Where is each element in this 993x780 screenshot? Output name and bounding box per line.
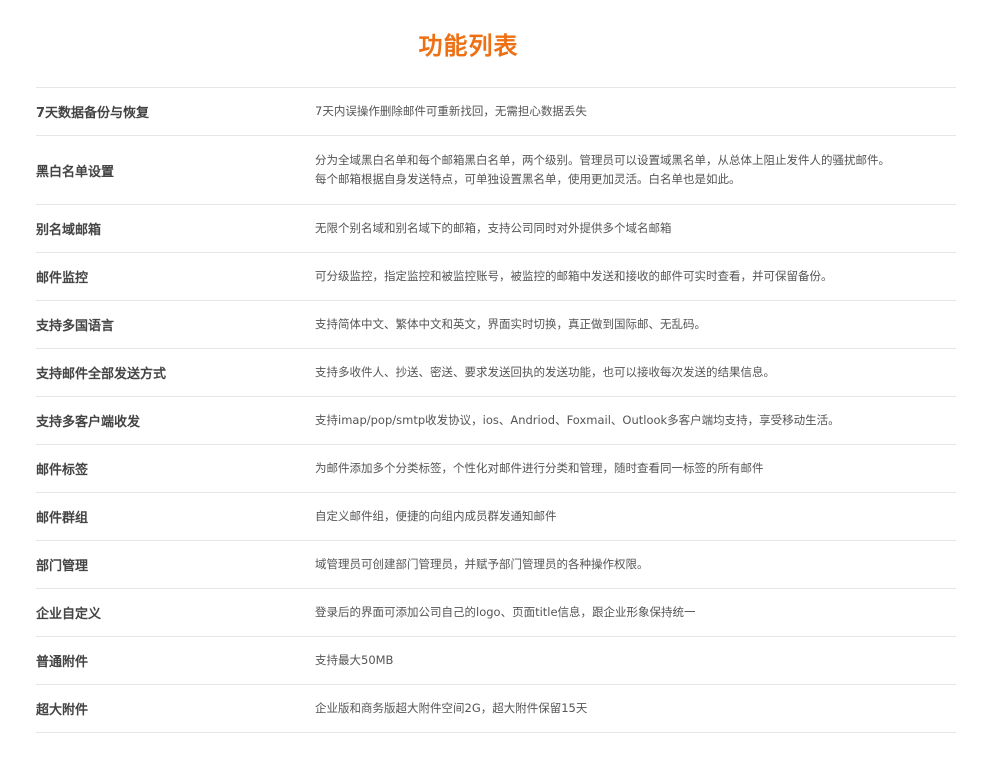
feature-desc-line: 域管理员可创建部门管理员，并赋予部门管理员的各种操作权限。 <box>315 557 649 571</box>
feature-desc: 支持最大50MB <box>315 651 956 670</box>
feature-desc-line: 支持简体中文、繁体中文和英文，界面实时切换，真正做到国际邮、无乱码。 <box>315 317 706 331</box>
feature-desc: 自定义邮件组，便捷的向组内成员群发通知邮件 <box>315 507 956 526</box>
feature-desc-line: 无限个别名域和别名域下的邮箱，支持公司同时对外提供多个域名邮箱 <box>315 221 672 235</box>
feature-row: 邮件监控 可分级监控，指定监控和被监控账号，被监控的邮箱中发送和接收的邮件可实时… <box>36 253 956 301</box>
feature-desc-line: 为邮件添加多个分类标签，个性化对邮件进行分类和管理，随时查看同一标签的所有邮件 <box>315 461 764 475</box>
feature-row: 别名域邮箱 无限个别名域和别名域下的邮箱，支持公司同时对外提供多个域名邮箱 <box>36 205 956 253</box>
feature-desc-line: 每个邮箱根据自身发送特点，可单独设置黑名单，使用更加灵活。白名单也是如此。 <box>315 172 741 186</box>
feature-name: 邮件标签 <box>36 463 89 478</box>
feature-row: 支持多客户端收发 支持imap/pop/smtp收发协议，ios、Andriod… <box>36 397 956 445</box>
feature-desc-line: 支持多收件人、抄送、密送、要求发送回执的发送功能，也可以接收每次发送的结果信息。 <box>315 365 775 379</box>
feature-desc: 支持多收件人、抄送、密送、要求发送回执的发送功能，也可以接收每次发送的结果信息。 <box>315 363 956 382</box>
feature-name: 邮件群组 <box>36 511 89 526</box>
feature-name: 企业自定义 <box>36 607 102 622</box>
feature-name: 支持多国语言 <box>36 319 115 334</box>
feature-name: 部门管理 <box>36 559 89 574</box>
feature-desc: 登录后的界面可添加公司自己的logo、页面title信息，跟企业形象保持统一 <box>315 603 956 622</box>
feature-desc-line: 支持imap/pop/smtp收发协议，ios、Andriod、Foxmail、… <box>315 413 840 427</box>
feature-desc-line: 7天内误操作删除邮件可重新找回，无需担心数据丢失 <box>315 104 587 118</box>
feature-desc: 支持imap/pop/smtp收发协议，ios、Andriod、Foxmail、… <box>315 411 956 430</box>
feature-row: 普通附件 支持最大50MB <box>36 637 956 685</box>
feature-row: 邮件标签 为邮件添加多个分类标签，个性化对邮件进行分类和管理，随时查看同一标签的… <box>36 445 956 493</box>
feature-desc-line: 支持最大50MB <box>315 653 394 667</box>
feature-table: 7天数据备份与恢复 7天内误操作删除邮件可重新找回，无需担心数据丢失 黑白名单设… <box>36 87 956 733</box>
feature-desc: 企业版和商务版超大附件空间2G，超大附件保留15天 <box>315 699 956 718</box>
feature-desc-line: 自定义邮件组，便捷的向组内成员群发通知邮件 <box>315 509 557 523</box>
feature-row: 黑白名单设置 分为全域黑白名单和每个邮箱黑白名单，两个级别。管理员可以设置域黑名… <box>36 136 956 205</box>
feature-row: 企业自定义 登录后的界面可添加公司自己的logo、页面title信息，跟企业形象… <box>36 589 956 637</box>
feature-name: 黑白名单设置 <box>36 164 115 180</box>
feature-desc: 域管理员可创建部门管理员，并赋予部门管理员的各种操作权限。 <box>315 555 956 574</box>
feature-desc: 可分级监控，指定监控和被监控账号，被监控的邮箱中发送和接收的邮件可实时查看，并可… <box>315 267 956 286</box>
feature-name: 超大附件 <box>36 703 89 718</box>
feature-desc-line: 可分级监控，指定监控和被监控账号，被监控的邮箱中发送和接收的邮件可实时查看，并可… <box>315 269 833 283</box>
feature-row: 邮件群组 自定义邮件组，便捷的向组内成员群发通知邮件 <box>36 493 956 541</box>
feature-row: 超大附件 企业版和商务版超大附件空间2G，超大附件保留15天 <box>36 685 956 733</box>
feature-row: 7天数据备份与恢复 7天内误操作删除邮件可重新找回，无需担心数据丢失 <box>36 88 956 136</box>
feature-desc: 为邮件添加多个分类标签，个性化对邮件进行分类和管理，随时查看同一标签的所有邮件 <box>315 459 956 478</box>
feature-name: 别名域邮箱 <box>36 223 102 238</box>
feature-desc-line: 分为全域黑白名单和每个邮箱黑白名单，两个级别。管理员可以设置域黑名单，从总体上阻… <box>315 153 890 167</box>
feature-desc: 无限个别名域和别名域下的邮箱，支持公司同时对外提供多个域名邮箱 <box>315 219 956 238</box>
feature-desc-line: 企业版和商务版超大附件空间2G，超大附件保留15天 <box>315 701 588 715</box>
feature-desc: 7天内误操作删除邮件可重新找回，无需担心数据丢失 <box>315 102 956 121</box>
feature-name: 7天数据备份与恢复 <box>36 106 150 121</box>
feature-desc: 分为全域黑白名单和每个邮箱黑白名单，两个级别。管理员可以设置域黑名单，从总体上阻… <box>315 151 956 189</box>
feature-name: 支持多客户端收发 <box>36 415 141 430</box>
feature-name: 普通附件 <box>36 655 89 670</box>
feature-name: 邮件监控 <box>36 271 89 286</box>
feature-name: 支持邮件全部发送方式 <box>36 367 167 382</box>
feature-desc-line: 登录后的界面可添加公司自己的logo、页面title信息，跟企业形象保持统一 <box>315 605 696 619</box>
feature-row: 部门管理 域管理员可创建部门管理员，并赋予部门管理员的各种操作权限。 <box>36 541 956 589</box>
feature-row: 支持多国语言 支持简体中文、繁体中文和英文，界面实时切换，真正做到国际邮、无乱码… <box>36 301 956 349</box>
feature-desc: 支持简体中文、繁体中文和英文，界面实时切换，真正做到国际邮、无乱码。 <box>315 315 956 334</box>
page-title: 功能列表 <box>418 32 519 60</box>
feature-row: 支持邮件全部发送方式 支持多收件人、抄送、密送、要求发送回执的发送功能，也可以接… <box>36 349 956 397</box>
